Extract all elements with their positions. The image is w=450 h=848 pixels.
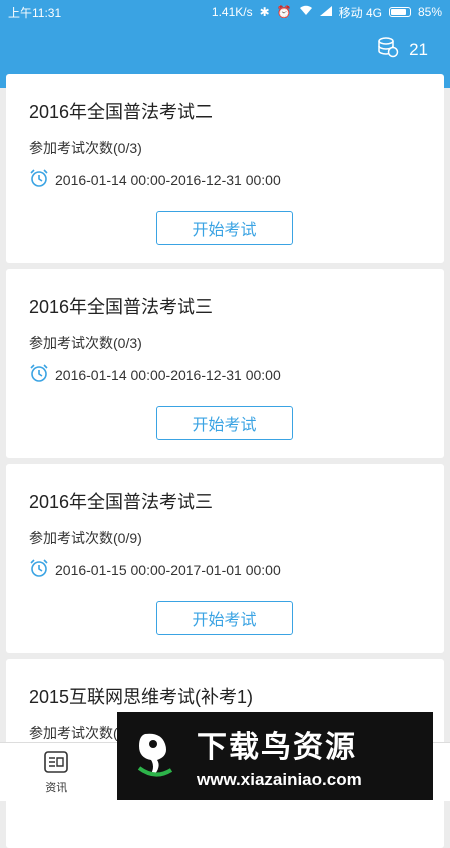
exam-attempts: 参加考试次数(0/3) [29,333,142,353]
watermark-title: 下载鸟资源 [197,722,362,766]
status-bar: 上午11:31 1.41K/s ✱ ⏰ 移动 4G 85% [0,0,450,24]
coin-balance[interactable]: 21 [377,36,428,63]
clock-icon [29,558,49,581]
exam-title: 2016年全国普法考试三 [29,488,213,514]
exam-period: 2016-01-14 00:00-2016-12-31 00:00 [55,367,281,383]
start-exam-button[interactable]: 开始考试 [156,211,293,245]
exam-period-row: 2016-01-14 00:00-2016-12-31 00:00 [29,168,281,191]
battery-level: 85% [418,5,442,19]
exam-period-row: 2016-01-15 00:00-2017-01-01 00:00 [29,558,281,581]
watermark-overlay: 下载鸟资源 www.xiazainiao.com [117,712,433,800]
exam-attempts: 参加考试次数( [29,723,118,743]
watermark-text: 下载鸟资源 www.xiazainiao.com [197,722,362,790]
battery-icon [389,7,411,17]
exam-period-row: 2016-01-14 00:00-2016-12-31 00:00 [29,363,281,386]
network-speed: 1.41K/s [212,5,253,19]
start-exam-button[interactable]: 开始考试 [156,406,293,440]
signal-icon [320,5,332,19]
start-exam-button[interactable]: 开始考试 [156,601,293,635]
watermark-url: www.xiazainiao.com [197,770,362,790]
exam-attempts: 参加考试次数(0/3) [29,138,142,158]
tab-news-label: 资讯 [45,779,67,795]
exam-card: 2016年全国普法考试三 参加考试次数(0/3) 2016-01-14 00:0… [6,269,444,458]
alarm-icon: ⏰ [277,5,292,19]
bluetooth-icon: ✱ [260,5,270,19]
exam-period: 2016-01-15 00:00-2017-01-01 00:00 [55,562,281,578]
coin-count: 21 [409,40,428,60]
coins-icon [377,36,399,63]
bird-logo-icon [127,728,183,784]
exam-card: 2016年全国普法考试二 参加考试次数(0/3) 2016-01-14 00:0… [6,74,444,263]
status-indicators: 1.41K/s ✱ ⏰ 移动 4G 85% [212,4,442,21]
clock-icon [29,168,49,191]
exam-title: 2016年全国普法考试三 [29,293,213,319]
exam-attempts: 参加考试次数(0/9) [29,528,142,548]
exam-period: 2016-01-14 00:00-2016-12-31 00:00 [55,172,281,188]
status-time: 上午11:31 [8,4,61,21]
network-type: 移动 4G [339,4,382,21]
exam-card: 2016年全国普法考试三 参加考试次数(0/9) 2016-01-15 00:0… [6,464,444,653]
wifi-icon [299,5,313,19]
clock-icon [29,363,49,386]
exam-title: 2016年全国普法考试二 [29,98,213,124]
tab-news[interactable]: 资讯 [0,743,113,801]
exam-title: 2015互联网思维考试(补考1) [29,683,253,709]
news-icon [43,750,69,779]
